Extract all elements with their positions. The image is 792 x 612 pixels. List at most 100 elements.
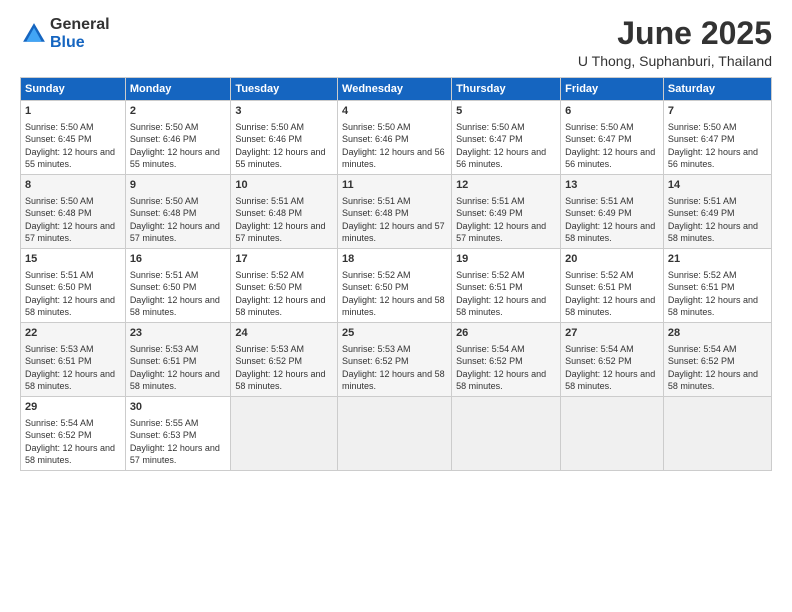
col-wednesday: Wednesday bbox=[338, 78, 452, 101]
daylight-text: Daylight: 12 hours and 58 minutes. bbox=[456, 369, 546, 392]
sunset-text: Sunset: 6:46 PM bbox=[342, 134, 409, 144]
daylight-text: Daylight: 12 hours and 58 minutes. bbox=[25, 369, 115, 392]
location: U Thong, Suphanburi, Thailand bbox=[578, 53, 772, 69]
sunset-text: Sunset: 6:50 PM bbox=[342, 282, 409, 292]
daylight-text: Daylight: 12 hours and 57 minutes. bbox=[130, 221, 220, 244]
daylight-text: Daylight: 12 hours and 58 minutes. bbox=[668, 221, 758, 244]
day-number: 2 bbox=[130, 104, 227, 119]
table-row: 2Sunrise: 5:50 AMSunset: 6:46 PMDaylight… bbox=[125, 101, 231, 175]
daylight-text: Daylight: 12 hours and 58 minutes. bbox=[668, 369, 758, 392]
daylight-text: Daylight: 12 hours and 57 minutes. bbox=[456, 221, 546, 244]
table-row: 18Sunrise: 5:52 AMSunset: 6:50 PMDayligh… bbox=[338, 249, 452, 323]
day-number: 8 bbox=[25, 178, 121, 193]
table-row: 7 Sunrise: 5:50 AM Sunset: 6:47 PM Daylight… bbox=[663, 101, 771, 175]
logo-blue: Blue bbox=[50, 34, 110, 52]
sunset-text: Sunset: 6:52 PM bbox=[235, 356, 302, 366]
sunrise-text: Sunrise: 5:51 AM bbox=[342, 196, 411, 206]
table-row: 12Sunrise: 5:51 AMSunset: 6:49 PMDayligh… bbox=[452, 175, 561, 249]
daylight-text: Daylight: 12 hours and 58 minutes. bbox=[235, 369, 325, 392]
sunrise-text: Sunrise: 5:50 AM bbox=[25, 122, 94, 132]
sunrise-text: Sunrise: 5:50 AM bbox=[565, 122, 634, 132]
table-row bbox=[663, 397, 771, 471]
col-friday: Friday bbox=[561, 78, 664, 101]
sunset-text: Sunset: 6:48 PM bbox=[25, 208, 92, 218]
sunset-text: Sunset: 6:51 PM bbox=[668, 282, 735, 292]
table-row: 11Sunrise: 5:51 AMSunset: 6:48 PMDayligh… bbox=[338, 175, 452, 249]
table-row: 15Sunrise: 5:51 AMSunset: 6:50 PMDayligh… bbox=[21, 249, 126, 323]
sunrise-text: Sunrise: 5:51 AM bbox=[130, 270, 199, 280]
sunset-text: Sunset: 6:46 PM bbox=[130, 134, 197, 144]
daylight-text: Daylight: 12 hours and 57 minutes. bbox=[130, 443, 220, 466]
sunrise-text: Sunrise: 5:51 AM bbox=[565, 196, 634, 206]
day-number: 27 bbox=[565, 326, 659, 341]
table-row: 20Sunrise: 5:52 AMSunset: 6:51 PMDayligh… bbox=[561, 249, 664, 323]
week-row-1: 8 Sunrise: 5:50 AM Sunset: 6:48 PM Daylight… bbox=[21, 175, 772, 249]
table-row: 3Sunrise: 5:50 AMSunset: 6:46 PMDaylight… bbox=[231, 101, 338, 175]
sunrise-text: Sunrise: 5:50 AM bbox=[456, 122, 525, 132]
sunrise-text: Sunrise: 5:50 AM bbox=[668, 122, 737, 132]
sunset-text: Sunset: 6:52 PM bbox=[565, 356, 632, 366]
table-row: 10Sunrise: 5:51 AMSunset: 6:48 PMDayligh… bbox=[231, 175, 338, 249]
table-row bbox=[561, 397, 664, 471]
daylight-text: Daylight: 12 hours and 57 minutes. bbox=[235, 221, 325, 244]
day-number: 7 bbox=[668, 104, 767, 119]
col-sunday: Sunday bbox=[21, 78, 126, 101]
sunrise-text: Sunrise: 5:53 AM bbox=[342, 344, 411, 354]
table-row: 4Sunrise: 5:50 AMSunset: 6:46 PMDaylight… bbox=[338, 101, 452, 175]
week-row-4: 29Sunrise: 5:54 AMSunset: 6:52 PMDayligh… bbox=[21, 397, 772, 471]
sunset-text: Sunset: 6:49 PM bbox=[668, 208, 735, 218]
daylight-text: Daylight: 12 hours and 58 minutes. bbox=[565, 221, 655, 244]
daylight-text: Daylight: 12 hours and 58 minutes. bbox=[130, 295, 220, 318]
day-number: 21 bbox=[668, 252, 767, 267]
sunset-text: Sunset: 6:47 PM bbox=[456, 134, 523, 144]
title-block: June 2025 U Thong, Suphanburi, Thailand bbox=[578, 16, 772, 69]
table-row: 9Sunrise: 5:50 AMSunset: 6:48 PMDaylight… bbox=[125, 175, 231, 249]
page: General Blue June 2025 U Thong, Suphanbu… bbox=[0, 0, 792, 612]
day-number: 4 bbox=[342, 104, 447, 119]
daylight-text: Daylight: 12 hours and 58 minutes. bbox=[235, 295, 325, 318]
daylight-text: Daylight: 12 hours and 56 minutes. bbox=[668, 147, 758, 170]
sunrise-text: Sunrise: 5:51 AM bbox=[456, 196, 525, 206]
daylight-text: Daylight: 12 hours and 55 minutes. bbox=[235, 147, 325, 170]
day-number: 20 bbox=[565, 252, 659, 267]
table-row: 1Sunrise: 5:50 AMSunset: 6:45 PMDaylight… bbox=[21, 101, 126, 175]
sunset-text: Sunset: 6:45 PM bbox=[25, 134, 92, 144]
table-row bbox=[338, 397, 452, 471]
sunrise-text: Sunrise: 5:54 AM bbox=[565, 344, 634, 354]
day-number: 30 bbox=[130, 400, 227, 415]
sunset-text: Sunset: 6:48 PM bbox=[235, 208, 302, 218]
sunset-text: Sunset: 6:47 PM bbox=[565, 134, 632, 144]
sunrise-text: Sunrise: 5:50 AM bbox=[235, 122, 304, 132]
day-number: 9 bbox=[130, 178, 227, 193]
col-thursday: Thursday bbox=[452, 78, 561, 101]
sunset-text: Sunset: 6:52 PM bbox=[668, 356, 735, 366]
logo: General Blue bbox=[20, 16, 110, 51]
sunset-text: Sunset: 6:46 PM bbox=[235, 134, 302, 144]
day-number: 1 bbox=[25, 104, 121, 119]
sunrise-text: Sunrise: 5:50 AM bbox=[25, 196, 94, 206]
sunset-text: Sunset: 6:52 PM bbox=[25, 430, 92, 440]
sunset-text: Sunset: 6:48 PM bbox=[342, 208, 409, 218]
sunset-text: Sunset: 6:49 PM bbox=[456, 208, 523, 218]
day-number: 14 bbox=[668, 178, 767, 193]
sunrise-text: Sunrise: 5:52 AM bbox=[235, 270, 304, 280]
sunset-text: Sunset: 6:51 PM bbox=[456, 282, 523, 292]
table-row: 17Sunrise: 5:52 AMSunset: 6:50 PMDayligh… bbox=[231, 249, 338, 323]
table-row: 22Sunrise: 5:53 AMSunset: 6:51 PMDayligh… bbox=[21, 323, 126, 397]
header: General Blue June 2025 U Thong, Suphanbu… bbox=[20, 16, 772, 69]
day-number: 15 bbox=[25, 252, 121, 267]
daylight-text: Daylight: 12 hours and 56 minutes. bbox=[456, 147, 546, 170]
day-number: 11 bbox=[342, 178, 447, 193]
day-number: 22 bbox=[25, 326, 121, 341]
logo-icon bbox=[20, 20, 48, 48]
sunset-text: Sunset: 6:47 PM bbox=[668, 134, 735, 144]
daylight-text: Daylight: 12 hours and 55 minutes. bbox=[130, 147, 220, 170]
calendar-table: Sunday Monday Tuesday Wednesday Thursday… bbox=[20, 77, 772, 471]
table-row: 19Sunrise: 5:52 AMSunset: 6:51 PMDayligh… bbox=[452, 249, 561, 323]
table-row bbox=[231, 397, 338, 471]
sunrise-text: Sunrise: 5:53 AM bbox=[25, 344, 94, 354]
table-row: 26Sunrise: 5:54 AMSunset: 6:52 PMDayligh… bbox=[452, 323, 561, 397]
day-number: 16 bbox=[130, 252, 227, 267]
daylight-text: Daylight: 12 hours and 58 minutes. bbox=[456, 295, 546, 318]
daylight-text: Daylight: 12 hours and 58 minutes. bbox=[25, 295, 115, 318]
